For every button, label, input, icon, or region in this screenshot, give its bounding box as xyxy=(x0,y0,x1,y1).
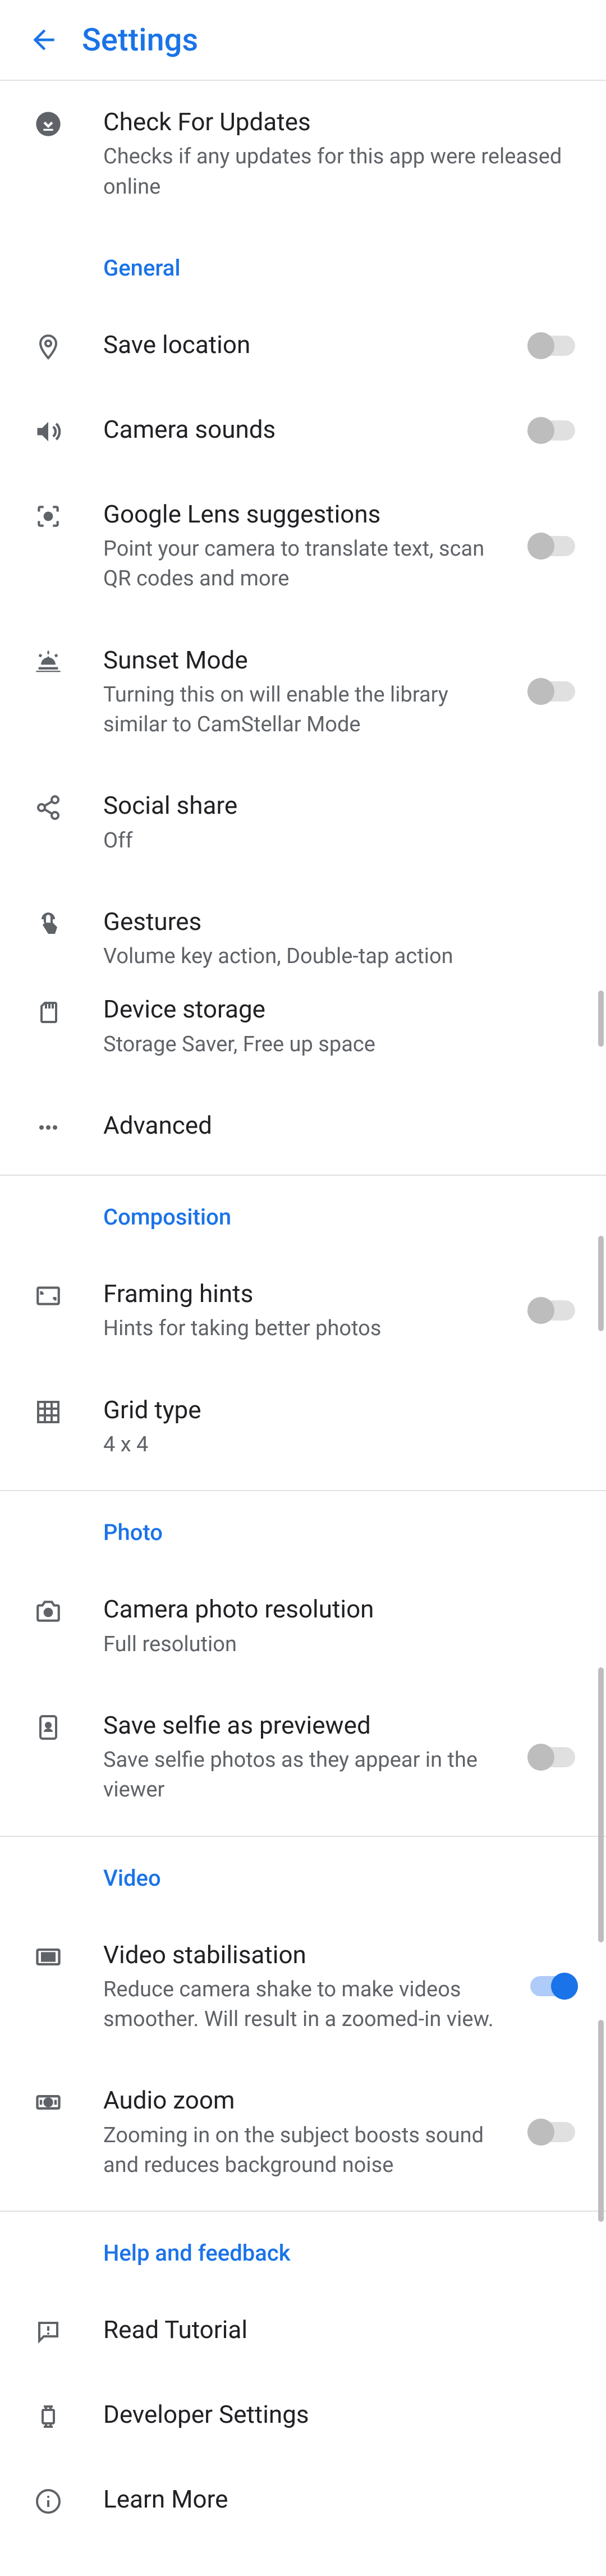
row-subtitle: Save selfie photos as they appear in the… xyxy=(103,1745,516,1805)
row-grid-type[interactable]: Grid type 4 x 4 xyxy=(0,1369,606,1485)
row-subtitle: Hints for taking better photos xyxy=(103,1314,516,1344)
row-subtitle: 4 x 4 xyxy=(103,1430,578,1460)
row-title: Video stabilisation xyxy=(103,1938,516,1972)
row-title: Device storage xyxy=(103,993,578,1026)
grid-icon xyxy=(31,1395,65,1429)
row-title: Learn More xyxy=(103,2483,578,2516)
switch-google-lens[interactable] xyxy=(527,532,578,560)
row-subtitle: Volume key action, Double-tap action xyxy=(103,942,578,971)
row-subtitle: Off xyxy=(103,826,578,856)
download-circle-icon xyxy=(31,107,65,141)
row-read-tutorial[interactable]: Read Tutorial xyxy=(0,2289,606,2373)
scroll-indicator[interactable] xyxy=(598,991,604,1047)
row-title: Framing hints xyxy=(103,1277,516,1310)
touch-icon xyxy=(31,907,65,941)
row-camera-sounds[interactable]: Camera sounds xyxy=(0,388,606,473)
section-general: General xyxy=(0,227,606,304)
row-learn-more[interactable]: Learn More xyxy=(0,2458,606,2529)
video-stab-icon xyxy=(31,1940,65,1974)
row-subtitle: Checks if any updates for this app were … xyxy=(103,142,578,201)
info-icon xyxy=(31,2485,65,2518)
row-check-updates[interactable]: Check For Updates Checks if any updates … xyxy=(0,81,606,227)
camera-icon xyxy=(31,1594,65,1628)
switch-camera-sounds[interactable] xyxy=(527,416,578,444)
page-title: Settings xyxy=(82,21,198,58)
developer-icon xyxy=(31,2400,65,2433)
section-photo: Photo xyxy=(0,1491,606,1568)
lens-icon xyxy=(31,499,65,533)
row-video-stabilisation[interactable]: Video stabilisation Reduce camera shake … xyxy=(0,1914,606,2060)
selfie-icon xyxy=(31,1711,65,1744)
row-framing-hints[interactable]: Framing hints Hints for taking better ph… xyxy=(0,1253,606,1369)
switch-audio-zoom[interactable] xyxy=(527,2118,578,2146)
row-title: Save location xyxy=(103,328,516,361)
scroll-indicator[interactable] xyxy=(598,1236,604,1331)
row-title: Save selfie as previewed xyxy=(103,1709,516,1742)
row-subtitle: Full resolution xyxy=(103,1630,578,1660)
more-horizontal-icon xyxy=(31,1111,65,1144)
row-advanced[interactable]: Advanced xyxy=(0,1084,606,1169)
row-audio-zoom[interactable]: Audio zoom Zooming in on the subject boo… xyxy=(0,2059,606,2205)
frame-icon xyxy=(31,1279,65,1313)
row-title: Developer Settings xyxy=(103,2398,578,2431)
row-title: Social share xyxy=(103,789,578,822)
switch-save-location[interactable] xyxy=(527,332,578,360)
section-video: Video xyxy=(0,1837,606,1914)
row-developer-settings[interactable]: Developer Settings xyxy=(0,2373,606,2458)
row-title: Audio zoom xyxy=(103,2084,516,2117)
row-subtitle: Storage Saver, Free up space xyxy=(103,1030,578,1060)
share-icon xyxy=(31,791,65,824)
row-title: Advanced xyxy=(103,1109,578,1142)
row-title: Google Lens suggestions xyxy=(103,498,516,531)
row-title: Camera photo resolution xyxy=(103,1593,578,1626)
row-title: Grid type xyxy=(103,1394,578,1427)
row-subtitle: Zooming in on the subject boosts sound a… xyxy=(103,2121,516,2180)
row-social-share[interactable]: Social share Off xyxy=(0,764,606,881)
row-google-lens[interactable]: Google Lens suggestions Point your camer… xyxy=(0,473,606,619)
scroll-indicator[interactable] xyxy=(598,2020,604,2222)
row-sunset-mode[interactable]: Sunset Mode Turning this on will enable … xyxy=(0,619,606,765)
row-photo-resolution[interactable]: Camera photo resolution Full resolution xyxy=(0,1568,606,1684)
row-subtitle: Reduce camera shake to make videos smoot… xyxy=(103,1975,516,2034)
switch-save-selfie[interactable] xyxy=(527,1743,578,1771)
row-device-storage[interactable]: Device storage Storage Saver, Free up sp… xyxy=(0,996,606,1084)
back-icon[interactable] xyxy=(28,24,59,56)
sd-storage-icon xyxy=(31,995,65,1029)
scroll-indicator[interactable] xyxy=(598,1667,604,1942)
row-save-selfie[interactable]: Save selfie as previewed Save selfie pho… xyxy=(0,1684,606,1830)
row-title: Camera sounds xyxy=(103,413,516,446)
row-gestures[interactable]: Gestures Volume key action, Double-tap a… xyxy=(0,881,606,997)
switch-sunset-mode[interactable] xyxy=(527,677,578,705)
location-pin-icon xyxy=(31,330,65,364)
row-title: Gestures xyxy=(103,905,578,938)
row-title: Check For Updates xyxy=(103,106,578,139)
sunset-icon xyxy=(31,645,65,679)
feedback-icon xyxy=(31,2315,65,2349)
row-title: Read Tutorial xyxy=(103,2313,578,2346)
switch-framing-hints[interactable] xyxy=(527,1296,578,1324)
section-help: Help and feedback xyxy=(0,2212,606,2289)
row-title: Sunset Mode xyxy=(103,644,516,677)
section-composition: Composition xyxy=(0,1176,606,1253)
row-save-location[interactable]: Save location xyxy=(0,304,606,388)
header: Settings xyxy=(0,0,606,81)
row-subtitle: Turning this on will enable the library … xyxy=(103,680,516,740)
row-subtitle: Point your camera to translate text, sca… xyxy=(103,534,516,594)
audio-zoom-icon xyxy=(31,2085,65,2119)
switch-video-stabilisation[interactable] xyxy=(527,1972,578,2000)
volume-icon xyxy=(31,415,65,448)
